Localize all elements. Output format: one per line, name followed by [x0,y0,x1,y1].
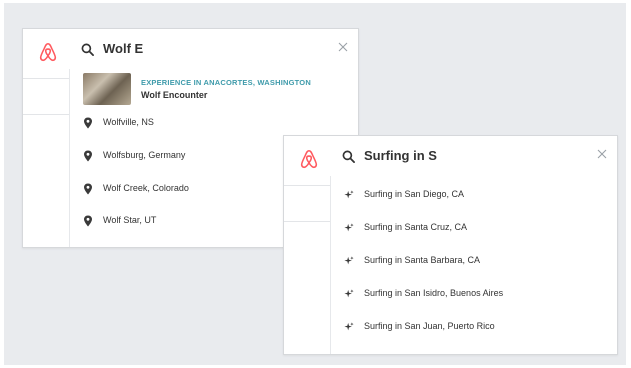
search-icon [342,150,355,163]
list-item-label: Surfing in San Isidro, Buenos Aires [364,288,504,298]
close-icon[interactable] [338,42,348,52]
location-pin-icon [84,183,92,195]
divider [23,114,69,115]
sparkle-icon [344,256,354,265]
background-stage: Wolf E EXPERIENCE IN ANACORTES, WASHINGT… [4,3,626,365]
search-card-surfing: Surfing in S Surfing in San Diego, CA Su… [283,135,618,355]
sparkle-icon [344,190,354,199]
location-pin-icon [84,215,92,227]
dropdown-edge [330,176,331,354]
list-item-label: Wolfsburg, Germany [103,150,186,160]
list-item-label: Wolf Creek, Colorado [103,183,189,193]
location-pin-icon [84,150,92,162]
logo-column [23,29,73,247]
list-item-label: Surfing in San Diego, CA [364,189,465,199]
list-item-label: Surfing in Santa Barbara, CA [364,255,481,265]
experience-kicker: EXPERIENCE IN ANACORTES, WASHINGTON [141,78,311,87]
dropdown-edge [69,69,70,247]
list-item-label: Surfing in San Juan, Puerto Rico [364,321,495,331]
divider [284,185,330,186]
wolf-photo-thumbnail [83,73,131,105]
close-icon[interactable] [597,149,607,159]
divider [23,78,69,79]
list-item-label: Wolfville, NS [103,117,154,127]
search-icon [81,43,94,56]
search-input[interactable]: Wolf E [69,29,358,69]
search-query-text[interactable]: Wolf E [103,41,143,56]
divider [284,221,330,222]
airbnb-logo-icon[interactable] [298,148,320,170]
experience-suggestion[interactable]: EXPERIENCE IN ANACORTES, WASHINGTON Wolf… [83,73,348,105]
search-panel: Surfing in S Surfing in San Diego, CA Su… [330,136,617,354]
sparkle-icon [344,322,354,331]
airbnb-logo-icon[interactable] [37,41,59,63]
location-pin-icon [84,117,92,129]
list-item-label: Wolf Star, UT [103,215,157,225]
search-input[interactable]: Surfing in S [330,136,617,176]
sparkle-icon [344,223,354,232]
search-query-text[interactable]: Surfing in S [364,148,437,163]
logo-column [284,136,334,354]
list-item-label: Surfing in Santa Cruz, CA [364,222,468,232]
experience-title: Wolf Encounter [141,90,208,100]
sparkle-icon [344,289,354,298]
